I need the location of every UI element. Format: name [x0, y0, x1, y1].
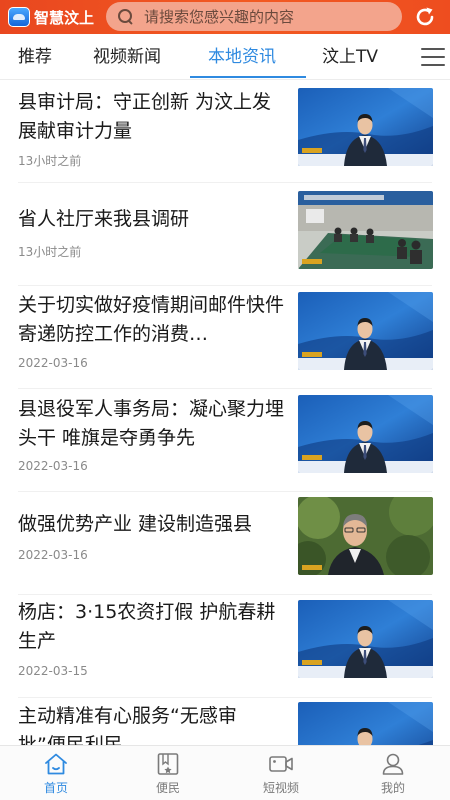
news-item[interactable]: 杨店：3·15农资打假 护航春耕生产 2022-03-15 [0, 595, 450, 698]
nav-label: 首页 [43, 781, 68, 795]
news-thumbnail [298, 191, 433, 269]
news-list: 县审计局：守正创新 为汶上发展献审计力量 13小时之前 省人社厅来我县调研 13… [0, 80, 450, 745]
news-item[interactable]: 省人社厅来我县调研 13小时之前 [0, 183, 450, 286]
nav-home[interactable]: 首页 [0, 746, 112, 800]
nav-label: 短视频 [262, 781, 299, 795]
news-thumbnail [298, 292, 433, 370]
app-logo[interactable]: 智慧汶上 [8, 4, 94, 30]
nav-convenience[interactable]: 便民 [112, 746, 224, 800]
tab-local-news[interactable]: 本地资讯 [208, 34, 276, 80]
news-time: 2022-03-15 [18, 664, 88, 678]
news-time: 13小时之前 [18, 245, 82, 259]
news-item[interactable]: 县审计局：守正创新 为汶上发展献审计力量 13小时之前 [0, 80, 450, 183]
user-icon [382, 753, 404, 775]
search-icon [118, 8, 134, 25]
top-header: 智慧汶上 请搜索您感兴趣的内容 [0, 0, 450, 34]
news-thumbnail [298, 497, 433, 575]
news-thumbnail [298, 88, 433, 166]
nav-label: 我的 [380, 781, 405, 795]
search-bar[interactable]: 请搜索您感兴趣的内容 [106, 2, 402, 31]
news-item[interactable]: 做强优势产业 建设制造强县 2022-03-16 [0, 492, 450, 595]
news-item[interactable]: 县退役军人事务局：凝心聚力埋头干 唯旗是夺勇争先 2022-03-16 [0, 389, 450, 492]
news-title: 杨店：3·15农资打假 护航春耕生产 [18, 601, 276, 652]
news-item[interactable]: 关于切实做好疫情期间邮件快件寄递防控工作的消费… 2022-03-16 [0, 286, 450, 389]
news-title: 县审计局：守正创新 为汶上发展献审计力量 [18, 91, 272, 142]
news-title: 做强优势产业 建设制造强县 [18, 513, 253, 535]
bookmark-star-icon [157, 753, 179, 775]
news-title: 省人社厅来我县调研 [18, 208, 190, 230]
category-tabs: 推荐 视频新闻 本地资讯 汶上TV [0, 34, 450, 80]
news-item[interactable]: 主动精准有心服务“无感审批”便民利民 [0, 698, 450, 745]
news-time: 2022-03-16 [18, 459, 88, 473]
news-time: 2022-03-16 [18, 356, 88, 370]
refresh-icon[interactable] [412, 5, 438, 29]
news-thumbnail [298, 702, 433, 745]
news-title: 县退役军人事务局：凝心聚力埋头干 唯旗是夺勇争先 [18, 398, 284, 449]
nav-short-video[interactable]: 短视频 [225, 746, 337, 800]
logo-text: 智慧汶上 [34, 8, 95, 27]
news-title: 主动精准有心服务“无感审批”便民利民 [18, 705, 237, 745]
active-tab-indicator [190, 76, 306, 78]
news-title: 关于切实做好疫情期间邮件快件寄递防控工作的消费… [18, 294, 284, 345]
logo-badge-icon [8, 7, 30, 27]
video-camera-icon [269, 756, 293, 772]
nav-label: 便民 [155, 781, 180, 795]
home-icon [45, 753, 67, 775]
nav-mine[interactable]: 我的 [337, 746, 449, 800]
app-screen: 智慧汶上 请搜索您感兴趣的内容 推荐 视频新闻 本地资讯 汶上TV 县审计局：守… [0, 0, 450, 800]
news-thumbnail [298, 600, 433, 678]
tab-video-news[interactable]: 视频新闻 [93, 34, 161, 80]
tab-wenshang-tv[interactable]: 汶上TV [322, 34, 378, 80]
search-input[interactable]: 请搜索您感兴趣的内容 [144, 6, 294, 27]
bottom-navigation: 首页 便民 短视频 我的 [0, 745, 450, 800]
news-time: 13小时之前 [18, 154, 82, 168]
tab-recommend[interactable]: 推荐 [18, 34, 52, 80]
news-time: 2022-03-16 [18, 548, 88, 562]
news-thumbnail [298, 395, 433, 473]
hamburger-menu-icon[interactable] [421, 48, 445, 66]
